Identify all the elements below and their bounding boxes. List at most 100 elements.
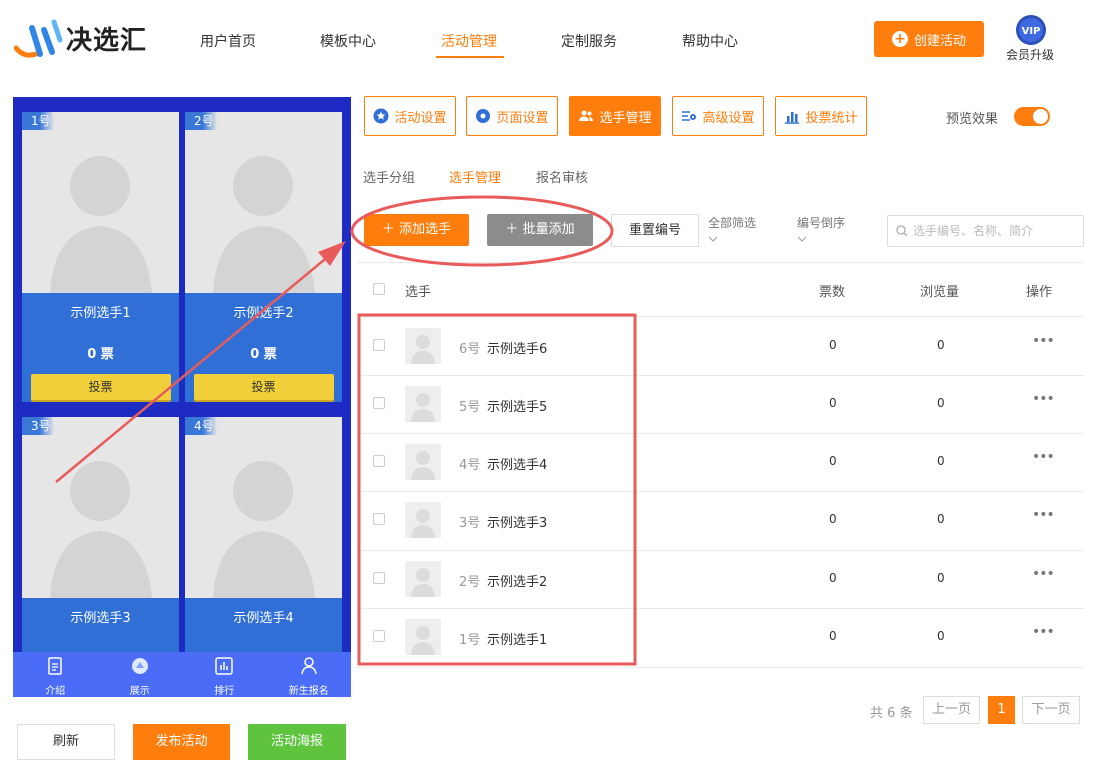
select-all-checkbox[interactable] — [373, 283, 385, 295]
tab-signup-review[interactable]: 报名审核 — [536, 167, 588, 186]
more-options-icon[interactable]: ••• — [1032, 333, 1055, 349]
column-header-votes[interactable]: 票数 — [819, 281, 845, 300]
more-options-icon[interactable]: ••• — [1032, 566, 1055, 582]
tab-contestant-management[interactable]: 选手管理 — [449, 167, 501, 186]
all-filter-label: 全部筛选 — [708, 216, 757, 230]
row-votes: 0 — [829, 571, 837, 585]
search-input[interactable] — [913, 224, 1078, 238]
person-placeholder-icon — [50, 156, 152, 293]
document-icon — [48, 657, 62, 675]
row-name: 示例选手2 — [487, 575, 548, 590]
add-contestant-button[interactable]: ＋ 添加选手 — [364, 214, 469, 246]
row-checkbox[interactable] — [373, 397, 385, 409]
row-checkbox[interactable] — [373, 455, 385, 467]
table-row[interactable]: 5号 示例选手5 0 0 ••• — [357, 375, 1084, 433]
refresh-button[interactable]: 刷新 — [17, 724, 115, 760]
plus-circle-icon: + — [891, 31, 908, 47]
nav-home[interactable]: 用户首页 — [200, 31, 256, 51]
nav-activity-management[interactable]: 活动管理 — [441, 31, 497, 51]
row-checkbox[interactable] — [373, 572, 385, 584]
preview-card-2[interactable]: 2号 示例选手2 0 票 投票 — [185, 112, 342, 402]
card-info: 示例选手2 0 票 投票 — [185, 293, 342, 402]
person-placeholder-icon — [213, 461, 315, 598]
table-row[interactable]: 2号 示例选手2 0 0 ••• — [357, 550, 1084, 608]
table-row[interactable]: 3号 示例选手3 0 0 ••• — [357, 491, 1084, 549]
person-icon — [301, 657, 317, 675]
row-votes: 0 — [829, 454, 837, 468]
reset-number-button[interactable]: 重置编号 — [611, 214, 699, 247]
vote-statistics-button[interactable]: 投票统计 — [775, 96, 867, 136]
publish-activity-button[interactable]: 发布活动 — [133, 724, 230, 760]
vote-button[interactable]: 投票 — [30, 374, 171, 400]
create-activity-label: 创建活动 — [913, 33, 966, 49]
more-options-icon[interactable]: ••• — [1032, 449, 1055, 465]
nav-templates[interactable]: 模板中心 — [320, 31, 376, 51]
page-1-button[interactable]: 1 — [988, 696, 1015, 724]
preview-tab-display[interactable]: 展示 — [98, 652, 183, 697]
table-row[interactable]: 1号 示例选手1 0 0 ••• — [357, 608, 1084, 666]
column-header-views[interactable]: 浏览量 — [920, 281, 959, 300]
row-views: 0 — [937, 629, 945, 643]
search-box[interactable] — [887, 215, 1084, 247]
row-checkbox[interactable] — [373, 339, 385, 351]
prev-page-button[interactable]: 上一页 — [923, 696, 980, 724]
preview-tab-ranking[interactable]: 排行 — [182, 652, 267, 697]
preview-tab-bar: 介绍 展示 排行 新生报名 — [13, 652, 351, 697]
person-placeholder-icon — [411, 568, 435, 597]
avatar — [405, 386, 441, 422]
vote-statistics-label: 投票统计 — [805, 110, 858, 126]
next-page-button[interactable]: 下一页 — [1022, 696, 1080, 724]
preview-tab-signup[interactable]: 新生报名 — [267, 652, 352, 697]
nav-active-indicator — [436, 56, 504, 58]
person-placeholder-icon — [213, 156, 315, 293]
row-number: 1号 — [459, 633, 481, 648]
create-activity-button[interactable]: + 创建活动 — [874, 21, 984, 57]
divider — [357, 262, 1084, 263]
activity-settings-button[interactable]: 活动设置 — [364, 96, 456, 136]
more-options-icon[interactable]: ••• — [1032, 391, 1055, 407]
table-row[interactable]: 6号 示例选手6 0 0 ••• — [357, 317, 1084, 375]
row-name: 示例选手5 — [487, 400, 548, 415]
row-checkbox[interactable] — [373, 513, 385, 525]
row-checkbox[interactable] — [373, 630, 385, 642]
vip-upgrade-label[interactable]: 会员升级 — [1006, 46, 1054, 63]
table-row[interactable]: 4号 示例选手4 0 0 ••• — [357, 433, 1084, 491]
tab-contestant-groups[interactable]: 选手分组 — [363, 167, 415, 186]
vip-badge-text: VIP — [1022, 26, 1041, 37]
nav-custom-service[interactable]: 定制服务 — [561, 31, 617, 51]
row-number: 4号 — [459, 458, 481, 473]
total-count: 共 6 条 — [870, 706, 913, 721]
page-settings-button[interactable]: 页面设置 — [466, 96, 558, 136]
preview-toggle[interactable] — [1014, 107, 1050, 126]
contestant-management-button[interactable]: 选手管理 — [569, 96, 661, 136]
contestant-name: 示例选手2 — [233, 306, 294, 321]
page-settings-label: 页面设置 — [496, 110, 549, 126]
vote-button[interactable]: 投票 — [193, 374, 334, 400]
batch-add-button[interactable]: ＋ 批量添加 — [487, 214, 593, 246]
sort-dropdown[interactable]: 编号倒序 — [797, 216, 845, 246]
divider — [357, 667, 1084, 668]
all-filter-dropdown[interactable]: 全部筛选 — [708, 216, 756, 246]
bar-chart-icon — [785, 112, 800, 124]
preview-card-1[interactable]: 1号 示例选手1 0 票 投票 — [22, 112, 179, 402]
person-placeholder-icon — [411, 335, 435, 364]
gear-icon — [476, 109, 491, 123]
nav-help[interactable]: 帮助中心 — [682, 31, 738, 51]
advanced-settings-label: 高级设置 — [702, 110, 755, 126]
chevron-down-icon — [708, 236, 718, 242]
more-options-icon[interactable]: ••• — [1032, 624, 1055, 640]
advanced-settings-button[interactable]: 高级设置 — [672, 96, 764, 136]
vip-badge-icon[interactable]: VIP — [1015, 14, 1047, 46]
more-options-icon[interactable]: ••• — [1032, 507, 1055, 523]
person-placeholder-icon — [411, 509, 435, 538]
row-views: 0 — [937, 571, 945, 585]
preview-tab-label: 介绍 — [45, 686, 66, 697]
row-votes: 0 — [829, 512, 837, 526]
search-icon — [896, 225, 908, 237]
row-views: 0 — [937, 396, 945, 410]
contestant-name: 示例选手1 — [70, 306, 131, 321]
contestant-photo: 3号 — [22, 417, 179, 598]
activity-poster-button[interactable]: 活动海报 — [248, 724, 346, 760]
preview-tab-intro[interactable]: 介绍 — [13, 652, 98, 697]
mobile-preview: 1号 示例选手1 0 票 投票 2号 示例选手2 0 票 投票 3号 示例选手3… — [13, 97, 351, 697]
